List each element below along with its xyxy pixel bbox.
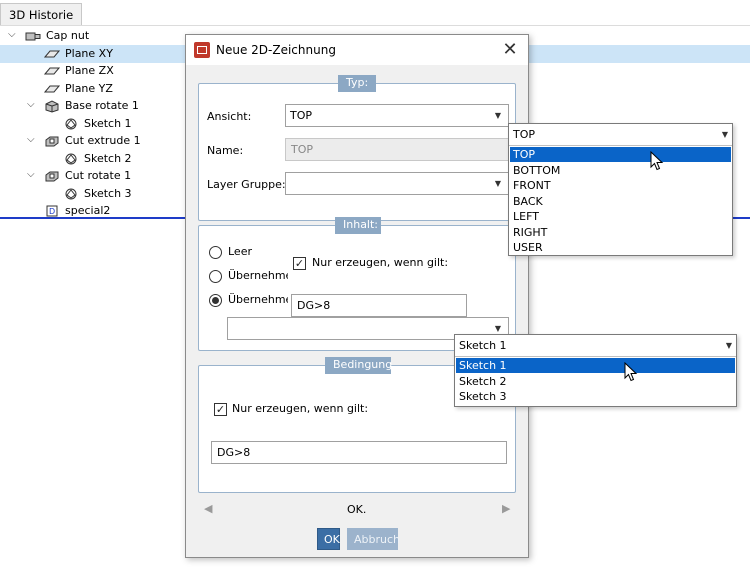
bedingung-checkbox-label: Nur erzeugen, wenn gilt: [232, 402, 369, 415]
chevron-down-icon[interactable]: ▼ [490, 173, 506, 194]
tree-item-label: Plane XY [65, 46, 113, 60]
group-typ: Typ: Ansicht: TOP ▼ Name: TOP Layer Grup… [198, 75, 516, 221]
svg-text:D: D [49, 207, 55, 216]
tree-item-label: Sketch 1 [84, 116, 132, 130]
dropdown-option[interactable]: FRONT [510, 178, 731, 193]
dialog-title: Neue 2D-Zeichnung [216, 43, 336, 57]
radio-leer[interactable] [209, 246, 222, 259]
status-text: OK. [347, 503, 367, 516]
view-dropdown-current: TOP [513, 128, 536, 141]
chevron-down-icon[interactable]: ⌵ [8, 29, 18, 40]
plane-icon [43, 64, 61, 78]
radio-uebernehmen-2[interactable] [209, 294, 222, 307]
tree-item-label: Sketch 2 [84, 151, 132, 165]
panel-tab-strip: 3D Historie [0, 0, 750, 26]
tree-item-label: Base rotate 1 [65, 99, 139, 112]
cut-icon [44, 134, 60, 148]
radio-leer-label: Leer [228, 245, 252, 258]
tab-3d-historie[interactable]: 3D Historie [0, 3, 82, 26]
mouse-pointer-icon [650, 151, 664, 171]
ansicht-value: TOP [290, 109, 313, 122]
view-dropdown-header[interactable]: TOP ▼ [509, 124, 732, 146]
name-field: TOP [285, 138, 509, 161]
radio-uebernehmen-1-label: Übernehme [228, 269, 288, 282]
dropdown-option[interactable]: Sketch 1 [456, 358, 735, 373]
chevron-down-icon[interactable]: ⌵ [27, 99, 37, 110]
close-icon[interactable]: ✕ [500, 39, 520, 60]
tree-item-label: Cut extrude 1 [65, 134, 141, 147]
layer-gruppe-select[interactable]: ▼ [285, 172, 509, 195]
tree-item-label: Sketch 3 [84, 186, 132, 200]
sketch-dropdown: Sketch 1 ▼ Sketch 1 Sketch 2 Sketch 3 [454, 334, 737, 407]
plane-icon [43, 47, 61, 61]
dropdown-option[interactable]: RIGHT [510, 225, 731, 240]
view-dropdown: TOP ▼ TOP BOTTOM FRONT BACK LEFT RIGHT USER [508, 123, 733, 256]
sketch-icon [63, 117, 79, 131]
chevron-down-icon[interactable]: ▼ [722, 124, 728, 145]
group-inhalt-title: Inhalt: [335, 217, 381, 234]
chevron-down-icon[interactable]: ⌵ [27, 169, 37, 180]
radio-uebernehmen-1[interactable] [209, 270, 222, 283]
cut-icon [44, 169, 60, 183]
layer-gruppe-label: Layer Gruppe: [207, 178, 286, 191]
dropdown-option[interactable]: Sketch 2 [456, 374, 735, 389]
tree-item-label: special2 [65, 204, 111, 217]
special-icon: D [44, 204, 60, 218]
mouse-pointer-icon [624, 362, 638, 382]
solid-icon [44, 99, 60, 113]
group-typ-title: Typ: [338, 75, 376, 92]
sketch-dropdown-header[interactable]: Sketch 1 ▼ [455, 335, 736, 357]
tab-underline [0, 25, 750, 26]
drawing-app-icon [194, 42, 210, 58]
inhalt-condition-checkbox[interactable]: ✓ [293, 257, 306, 270]
sketch-dropdown-current: Sketch 1 [459, 339, 507, 352]
plane-icon [43, 82, 61, 96]
group-inhalt: Inhalt: Leer Übernehme ✓ Nur erzeugen, w… [198, 217, 516, 351]
new-2d-drawing-dialog: Neue 2D-Zeichnung ✕ Typ: Ansicht: TOP ▼ … [185, 34, 529, 558]
cancel-button[interactable]: Abbruch [347, 528, 400, 550]
dropdown-option[interactable]: TOP [510, 147, 731, 162]
sketch-icon [63, 187, 79, 201]
sketch-icon [63, 152, 79, 166]
dialog-title-bar[interactable]: Neue 2D-Zeichnung ✕ [186, 35, 528, 65]
name-label: Name: [207, 144, 244, 157]
ansicht-label: Ansicht: [207, 110, 252, 123]
dropdown-option[interactable]: BOTTOM [510, 163, 731, 178]
prev-arrow-icon[interactable]: ◀ [204, 502, 212, 515]
dropdown-option[interactable]: USER [510, 240, 731, 255]
tree-item-label: Cap nut [46, 29, 90, 42]
name-value: TOP [291, 143, 314, 156]
chevron-down-icon[interactable]: ▼ [726, 335, 732, 356]
bedingung-condition-input[interactable]: DG>8 [211, 441, 507, 464]
part-icon [25, 29, 41, 43]
group-bedingung-title: Bedingung [325, 357, 392, 374]
ok-button[interactable]: OK [317, 528, 340, 550]
dropdown-option[interactable]: BACK [510, 194, 731, 209]
radio-uebernehmen-2-label: Übernehme [228, 293, 288, 306]
ansicht-select[interactable]: TOP ▼ [285, 104, 509, 127]
tree-item-label: Cut rotate 1 [65, 169, 132, 182]
inhalt-condition-checkbox-label: Nur erzeugen, wenn gilt: [312, 256, 449, 269]
bedingung-checkbox[interactable]: ✓ [214, 403, 227, 416]
tree-item-label: Plane YZ [65, 81, 113, 95]
next-arrow-icon[interactable]: ▶ [502, 502, 510, 515]
dropdown-option[interactable]: LEFT [510, 209, 731, 224]
dropdown-option[interactable]: Sketch 3 [456, 389, 735, 404]
chevron-down-icon[interactable]: ⌵ [27, 134, 37, 145]
chevron-down-icon[interactable]: ▼ [490, 105, 506, 126]
tree-item-label: Plane ZX [65, 64, 114, 77]
inhalt-condition-input[interactable]: DG>8 [291, 294, 467, 317]
